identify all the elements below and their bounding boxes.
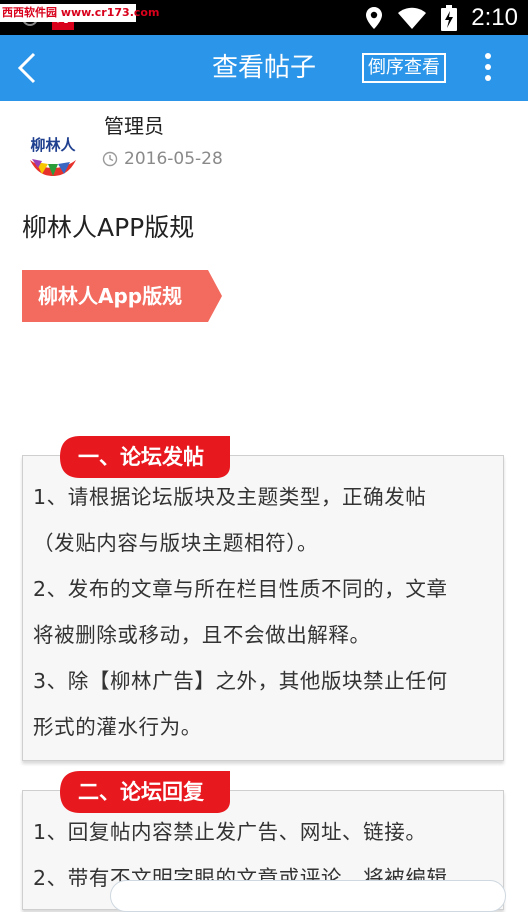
clock: 2:10 [471,3,518,31]
wifi-icon [398,7,427,29]
avatar[interactable]: 柳林人 [20,120,86,186]
section-label: 一、论坛发帖 [78,445,204,469]
watermark: 西西软件园 www.cr173.com [0,4,159,22]
clock-icon [102,151,118,167]
rule-line: 2、发布的文章与所在栏目性质不同的，文章 [33,577,448,601]
page-title: 查看帖子 [211,53,316,83]
section-label: 二、论坛回复 [78,780,204,804]
author-name[interactable]: 管理员 [104,110,164,139]
post-title: 柳林人APP版规 [22,213,195,242]
status-icons: 2:10 [365,0,518,35]
location-icon [366,6,383,29]
post-date-text: 2016-05-28 [124,149,223,169]
battery-charging-icon [441,4,458,31]
status-bar: 河 西西软件园 www.cr173.com 2:10 [0,0,528,35]
rule-line: 1、请根据论坛版块及主题类型，正确发帖 [33,485,427,509]
rule-line: 将被删除或移动，且不会做出解释。 [33,623,371,647]
rule-line: 形式的灌水行为。 [33,715,202,739]
app-bar: 查看帖子 倒序查看 [0,35,528,101]
rule-line: 1、回复帖内容禁止发广告、网址、链接。 [33,820,427,844]
reply-input[interactable] [110,880,506,912]
avatar-logo-text: 柳林人 [30,136,76,154]
more-vertical-icon[interactable] [478,53,498,85]
banner-text: 柳林人App版规 [38,284,183,308]
section-box-forum-posting: 1、请根据论坛版块及主题类型，正确发帖 （发贴内容与版块主题相符）。 2、发布的… [22,455,504,761]
reverse-order-button[interactable]: 倒序查看 [362,53,446,83]
post-date: 2016-05-28 [102,149,223,169]
rule-line: 3、除【柳林广告】之外，其他版块禁止任何 [33,669,448,693]
rule-line: （发贴内容与版块主题相符）。 [33,531,319,555]
